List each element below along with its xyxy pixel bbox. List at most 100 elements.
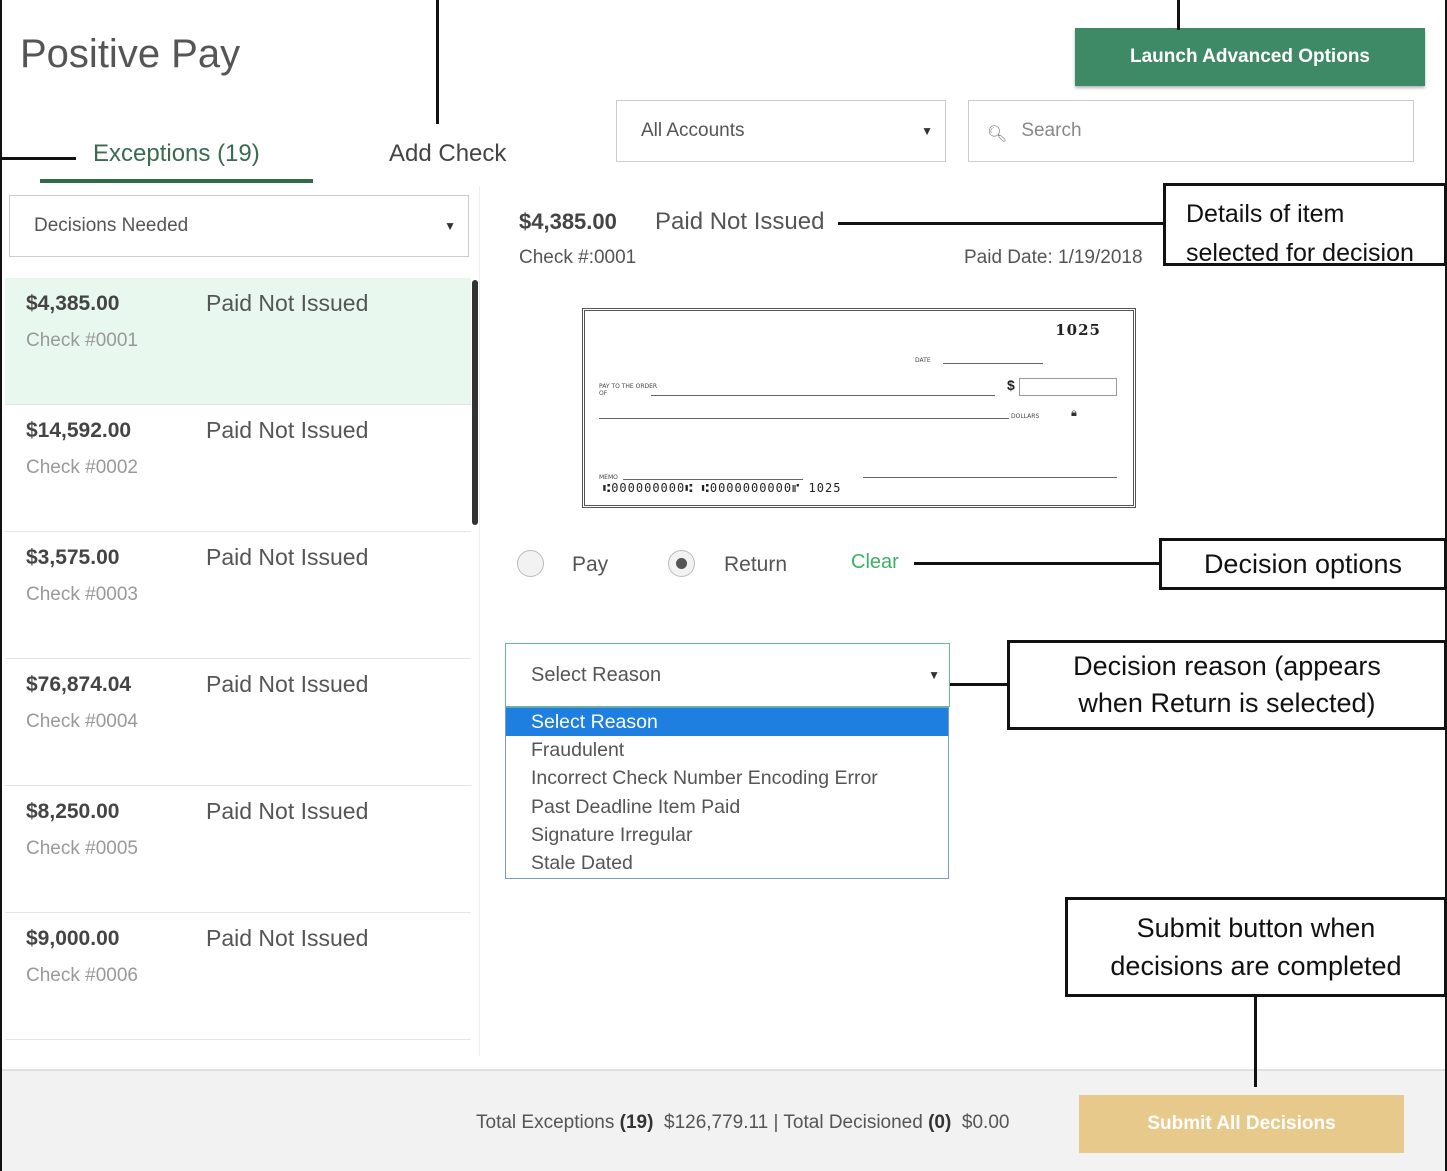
item-check-number: Check #0003 xyxy=(26,584,138,605)
list-item[interactable]: $4,385.00 Paid Not Issued Check #0001 xyxy=(5,278,471,405)
connector-line xyxy=(838,222,1163,225)
check-date-line xyxy=(943,363,1043,364)
connector-line xyxy=(0,157,76,160)
page-title: Positive Pay xyxy=(20,32,241,76)
item-status: Paid Not Issued xyxy=(206,798,369,824)
connector-line xyxy=(436,0,439,124)
callout-details-line2: selected for decision xyxy=(1186,239,1414,267)
footer-separator: | xyxy=(773,1112,779,1133)
callout-reason-line1: Decision reason (appears xyxy=(1073,651,1381,681)
chevron-down-icon: ▼ xyxy=(444,219,456,233)
item-amount: $3,575.00 xyxy=(26,546,120,569)
radio-selected-dot xyxy=(676,558,687,569)
total-exceptions-label: Total Exceptions xyxy=(476,1112,615,1133)
list-item[interactable]: $76,874.04 Paid Not Issued Check #0004 xyxy=(5,659,471,786)
search-icon: 🔍︎ xyxy=(987,126,1008,143)
total-decisioned-amount: $0.00 xyxy=(961,1112,1010,1133)
list-item[interactable]: $8,250.00 Paid Not Issued Check #0005 xyxy=(5,786,471,913)
check-dollars-label: DOLLARS xyxy=(1011,413,1040,420)
item-check-number: Check #0006 xyxy=(26,965,138,986)
decision-filter-select[interactable]: Decisions Needed ▼ xyxy=(9,195,469,257)
check-dollar-sign: $ xyxy=(1007,377,1015,393)
callout-reason-line2: when Return is selected) xyxy=(1078,688,1376,718)
decision-filter-value: Decisions Needed xyxy=(34,215,189,236)
check-date-label: DATE xyxy=(915,357,931,364)
detail-amount: $4,385.00 xyxy=(519,209,617,234)
chevron-down-icon: ▼ xyxy=(928,668,940,682)
reason-select[interactable]: Select Reason ▼ xyxy=(505,643,950,707)
return-radio-label[interactable]: Return xyxy=(724,553,787,577)
item-amount: $14,592.00 xyxy=(26,419,132,442)
item-check-number: Check #0005 xyxy=(26,838,138,859)
list-item[interactable]: $14,592.00 Paid Not Issued Check #0002 xyxy=(5,405,471,532)
connector-line xyxy=(1177,0,1180,30)
item-amount: $9,000.00 xyxy=(26,927,120,950)
item-check-number: Check #0004 xyxy=(26,711,138,732)
check-dollars-line xyxy=(599,418,1009,419)
connector-line xyxy=(914,562,1159,565)
callout-decision-options: Decision options xyxy=(1159,538,1447,590)
check-image-number: 1025 xyxy=(1055,321,1101,339)
search-placeholder: Search xyxy=(1021,120,1082,141)
item-check-number: Check #0001 xyxy=(26,330,138,351)
connector-line xyxy=(1254,997,1257,1087)
reason-option[interactable]: Past Deadline Item Paid xyxy=(506,793,948,821)
check-memo-line xyxy=(623,479,803,480)
tab-add-check[interactable]: Add Check xyxy=(389,140,506,168)
callout-decision-text: Decision options xyxy=(1203,548,1403,579)
reason-select-value: Select Reason xyxy=(531,663,662,686)
search-input[interactable]: 🔍︎ Search xyxy=(968,100,1414,162)
reason-option[interactable]: Stale Dated xyxy=(506,849,948,877)
reason-option[interactable]: Select Reason xyxy=(506,708,948,737)
callout-decision-reason: Decision reason (appears when Return is … xyxy=(1007,640,1447,730)
pay-radio-label[interactable]: Pay xyxy=(572,553,608,577)
item-status: Paid Not Issued xyxy=(206,671,369,697)
detail-paid-date: Paid Date: 1/19/2018 xyxy=(964,247,1143,268)
item-amount: $4,385.00 xyxy=(26,292,120,315)
return-radio[interactable] xyxy=(668,550,695,577)
check-signature-line xyxy=(863,477,1117,478)
detail-status: Paid Not Issued xyxy=(655,208,825,235)
reason-dropdown-list: Select Reason Fraudulent Incorrect Check… xyxy=(505,707,949,879)
item-status: Paid Not Issued xyxy=(206,925,369,951)
item-check-number: Check #0002 xyxy=(26,457,138,478)
active-tab-indicator xyxy=(40,179,313,183)
connector-line xyxy=(950,683,1007,686)
total-decisioned-count: (0) xyxy=(928,1112,952,1133)
check-payee-line xyxy=(651,395,995,396)
list-item[interactable]: $9,000.00 Paid Not Issued Check #0006 xyxy=(5,913,471,1040)
check-image: 1025 DATE PAY TO THE ORDER OF $ DOLLARS … xyxy=(582,308,1136,508)
chevron-down-icon: ▼ xyxy=(921,124,933,138)
item-status: Paid Not Issued xyxy=(206,544,369,570)
item-amount: $8,250.00 xyxy=(26,800,120,823)
accounts-select[interactable]: All Accounts ▼ xyxy=(616,100,946,162)
check-memo-label: MEMO xyxy=(599,474,618,481)
tab-exceptions[interactable]: Exceptions (19) xyxy=(93,140,260,168)
item-status: Paid Not Issued xyxy=(206,417,369,443)
panel-divider xyxy=(479,186,480,1056)
reason-option[interactable]: Fraudulent xyxy=(506,736,948,764)
item-amount: $76,874.04 xyxy=(26,673,132,696)
callout-submit-line2: decisions are completed xyxy=(1110,951,1402,981)
total-exceptions-count: (19) xyxy=(619,1112,654,1133)
total-exceptions-amount: $126,779.11 xyxy=(664,1112,769,1133)
total-decisioned-label: Total Decisioned xyxy=(783,1112,923,1133)
pay-radio[interactable] xyxy=(517,550,544,577)
submit-all-decisions-button[interactable]: Submit All Decisions xyxy=(1079,1095,1404,1153)
reason-option[interactable]: Signature Irregular xyxy=(506,821,948,849)
item-status: Paid Not Issued xyxy=(206,290,369,316)
callout-submit: Submit button when decisions are complet… xyxy=(1065,897,1447,997)
detail-check-number: Check #:0001 xyxy=(519,247,637,268)
launch-advanced-options-button[interactable]: Launch Advanced Options xyxy=(1075,28,1425,86)
callout-submit-line1: Submit button when xyxy=(1136,913,1376,943)
exceptions-list: $4,385.00 Paid Not Issued Check #0001 $1… xyxy=(5,278,471,1040)
lock-icon: 🔒︎ xyxy=(1071,407,1077,419)
check-amount-box xyxy=(1019,378,1117,396)
clear-decision-link[interactable]: Clear xyxy=(851,551,899,574)
callout-details: Details of item selected for decision xyxy=(1163,183,1447,267)
list-scrollbar[interactable] xyxy=(472,280,478,525)
list-item[interactable]: $3,575.00 Paid Not Issued Check #0003 xyxy=(5,532,471,659)
accounts-select-value: All Accounts xyxy=(641,120,745,141)
reason-option[interactable]: Incorrect Check Number Encoding Error xyxy=(506,765,948,793)
check-micr-line: ⑆000000000⑆ ⑆0000000000⑈ 1025 xyxy=(603,481,842,495)
